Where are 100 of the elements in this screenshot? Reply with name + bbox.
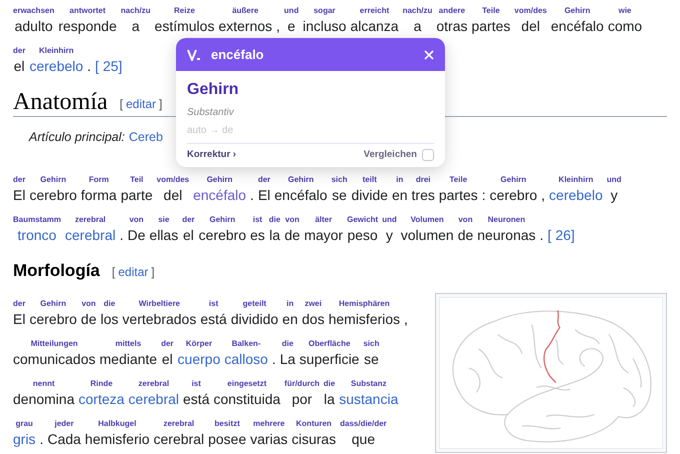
word: encéfalo: [550, 17, 604, 36]
word: cisuras: [292, 430, 336, 449]
link[interactable]: sustancia: [339, 389, 398, 409]
bracket: [: [120, 96, 123, 113]
gloss-label: zwei: [304, 299, 322, 309]
link[interactable]: cerebelo: [29, 56, 84, 76]
gloss-label: Halbkugel: [98, 419, 136, 429]
language-direction: auto → de: [187, 124, 234, 138]
word: el: [162, 350, 173, 369]
punctuation: ,: [541, 186, 546, 205]
gloss-label: Gehirn: [40, 175, 66, 185]
word: externos: [218, 17, 272, 36]
word: se: [364, 350, 379, 369]
gloss-label: nach/zu: [120, 6, 151, 16]
word: encéfalo: [274, 186, 328, 205]
word: mayor: [304, 226, 343, 245]
word: neuronas: [477, 226, 536, 245]
link[interactable]: cuerpo: [178, 349, 220, 369]
punctuation: :: [482, 186, 486, 205]
gloss-label: zerebral: [163, 419, 194, 429]
gloss-label: vom/des: [156, 175, 190, 185]
word: cerebro: [29, 310, 77, 329]
gloss-label: jeder: [54, 419, 74, 429]
link[interactable]: cerebral: [65, 225, 116, 245]
word: hemisferios: [328, 310, 400, 329]
link[interactable]: calloso: [224, 349, 268, 369]
gloss-label: Gehirn: [288, 175, 314, 185]
punctuation: ,: [276, 17, 280, 36]
gloss-label: von: [82, 299, 96, 309]
gloss-label: Mitteilungen: [30, 339, 78, 349]
word: incluso: [302, 17, 346, 36]
word: responde: [58, 17, 117, 36]
word: es: [250, 226, 265, 245]
gloss-label: der: [161, 339, 174, 349]
gloss-label: sogar: [314, 6, 336, 16]
word: La: [280, 350, 296, 369]
word: peso: [347, 226, 378, 245]
word: está: [200, 310, 227, 329]
word: los: [100, 310, 118, 329]
reference-link[interactable]: [ 26]: [548, 225, 575, 245]
gloss-label: mittels: [115, 339, 142, 349]
gloss-label: und: [606, 175, 622, 185]
gloss-label: Kleinhirn: [558, 175, 594, 185]
correction-link[interactable]: Korrektur ›: [187, 148, 236, 162]
reference-link[interactable]: [ 25]: [95, 56, 122, 76]
word: del: [521, 17, 540, 36]
link[interactable]: tronco: [18, 225, 56, 245]
gloss-label: die: [282, 339, 294, 349]
gloss-label: Baumstamm: [13, 215, 62, 225]
gloss-label: der: [182, 215, 195, 225]
link[interactable]: corteza: [78, 389, 124, 409]
word: parte: [120, 186, 153, 205]
gloss-label: in: [396, 175, 404, 185]
punctuation: ,: [404, 310, 408, 329]
gloss-label: Gehirn: [564, 6, 590, 16]
word: adulto: [14, 17, 53, 36]
punctuation: .: [250, 186, 254, 205]
compare-label: Vergleichen: [364, 148, 417, 162]
word: El: [13, 310, 26, 329]
gloss-label: von: [285, 215, 300, 225]
gloss-label: Balken-: [232, 339, 261, 349]
logo-icon: [187, 48, 201, 60]
gloss-label: nennt: [32, 379, 55, 389]
gloss-label: Kleinhirn: [38, 46, 74, 56]
compare-checkbox[interactable]: [422, 149, 434, 162]
selected-word[interactable]: encéfalo: [193, 185, 246, 205]
main-article-link[interactable]: Cereb: [128, 129, 163, 145]
gloss-label: der: [13, 299, 26, 309]
link[interactable]: gris: [13, 429, 36, 449]
popup-title: encéfalo: [211, 46, 264, 64]
word: superficie: [299, 350, 360, 369]
word: la: [269, 226, 280, 245]
gloss-label: Form: [88, 175, 109, 185]
word: varias: [250, 430, 288, 449]
link[interactable]: cerebral: [128, 389, 180, 409]
word: vertebrados: [122, 310, 196, 329]
bracket: ]: [159, 96, 162, 113]
gloss-label: Gehirn: [210, 215, 236, 225]
edit-link[interactable]: editar: [126, 95, 156, 113]
word: cerebral: [154, 430, 204, 449]
word: Cada: [47, 430, 81, 449]
word: por: [292, 390, 312, 409]
gloss-label: und: [284, 6, 299, 16]
word: de: [284, 226, 300, 245]
word: el: [182, 226, 194, 245]
edit-link[interactable]: editar: [118, 263, 148, 281]
word: se: [332, 186, 347, 205]
link[interactable]: cerebelo: [549, 185, 603, 205]
word: posee: [208, 430, 246, 449]
word: volumen: [400, 226, 454, 245]
word: y: [386, 226, 393, 245]
word: alcanza: [350, 17, 399, 36]
gloss-label: für/durch: [284, 379, 320, 389]
close-icon[interactable]: [424, 50, 434, 60]
gloss-label: Körper: [186, 339, 212, 349]
gloss-label: und: [382, 215, 397, 225]
word: De: [128, 226, 146, 245]
punctuation: .: [120, 226, 124, 245]
word: hemisferio: [84, 430, 150, 449]
punctuation: .: [540, 226, 544, 245]
